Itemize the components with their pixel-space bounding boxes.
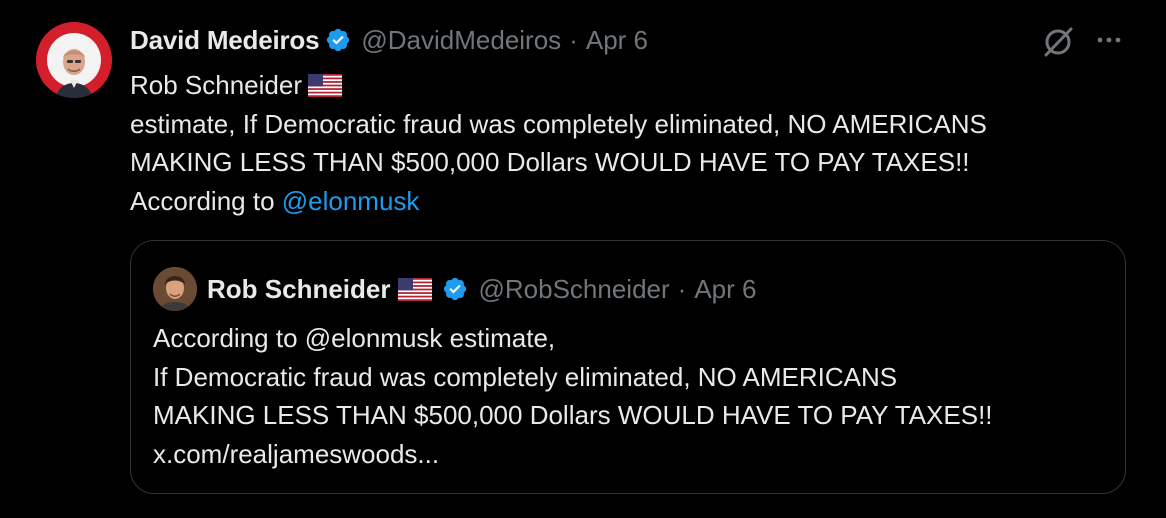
quoted-text-line1: According to @elonmusk estimate, <box>153 323 556 353</box>
tweet-header: David Medeiros @DavidMedeiros · Apr 6 <box>130 22 648 58</box>
quoted-author-avatar[interactable] <box>153 267 197 311</box>
quoted-text-line3: MAKING LESS THAN $500,000 Dollars WOULD … <box>153 400 993 430</box>
tweet-text-line4: According to @elonmusk <box>130 182 1140 221</box>
quoted-avatar-image <box>153 267 197 311</box>
quoted-tweet-header: Rob Schneider @RobSchneider · Apr 6 <box>207 269 756 309</box>
tweet-text-line1: Rob Schneider <box>130 70 302 100</box>
us-flag-icon <box>398 277 433 301</box>
quoted-tweet-date[interactable]: Apr 6 <box>694 274 756 305</box>
mention-link[interactable]: @elonmusk <box>282 186 420 216</box>
quoted-author-handle[interactable]: @RobSchneider <box>478 274 669 305</box>
verified-badge-icon[interactable] <box>442 276 468 302</box>
tweet-text-line: Rob Schneider <box>130 66 1140 105</box>
tweet[interactable]: David Medeiros @DavidMedeiros · Apr 6 Ro… <box>0 0 1166 518</box>
author-avatar[interactable] <box>36 22 112 98</box>
separator-dot: · <box>569 24 578 55</box>
quoted-tweet-text: According to @elonmusk estimate, If Demo… <box>153 319 1103 473</box>
more-options-icon[interactable] <box>1094 30 1124 50</box>
verified-badge-icon[interactable] <box>325 27 351 53</box>
quoted-tweet[interactable]: Rob Schneider @RobSchneider · Apr 6 Acco… <box>130 240 1126 494</box>
us-flag-icon <box>308 74 342 97</box>
grok-icon[interactable] <box>1040 24 1076 60</box>
author-name[interactable]: David Medeiros <box>130 25 320 56</box>
quoted-text-link[interactable]: x.com/realjameswoods... <box>153 435 1103 474</box>
tweet-text: Rob Schneider estimate, If Democratic fr… <box>130 66 1140 220</box>
tweet-text-line4-prefix: According to <box>130 185 282 216</box>
quoted-text-line2: If Democratic fraud was completely elimi… <box>153 361 898 392</box>
quoted-author-name[interactable]: Rob Schneider <box>207 274 390 305</box>
tweet-date[interactable]: Apr 6 <box>586 25 648 56</box>
tweet-text-line2: estimate, If Democratic fraud was comple… <box>130 108 987 139</box>
avatar-image <box>36 22 112 98</box>
tweet-text-line3: MAKING LESS THAN $500,000 Dollars WOULD … <box>130 147 970 177</box>
separator-dot: · <box>677 273 687 304</box>
author-handle[interactable]: @DavidMedeiros <box>361 25 561 56</box>
